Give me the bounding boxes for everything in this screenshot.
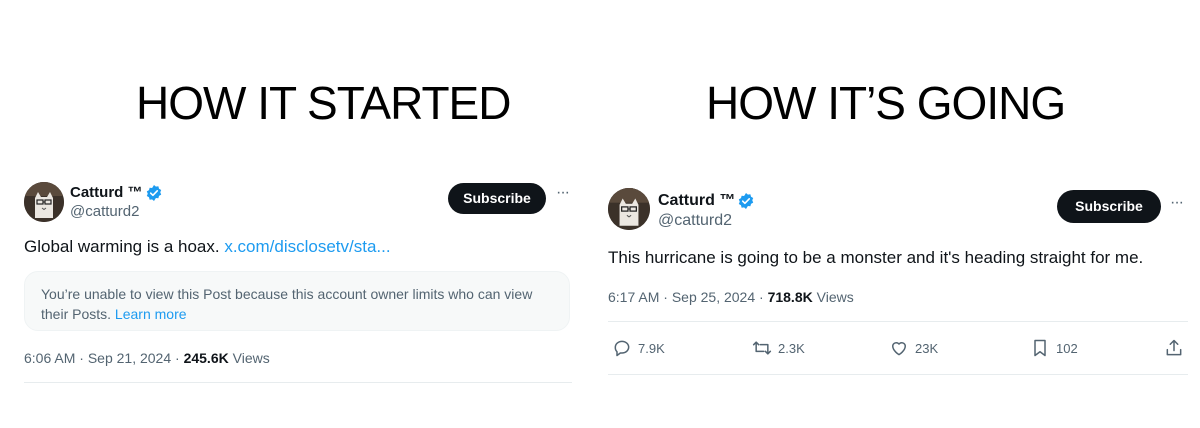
tweet-time[interactable]: 6:17 AM [608, 289, 659, 305]
avatar[interactable] [608, 188, 650, 230]
handle[interactable]: @catturd2 [70, 203, 139, 220]
avatar[interactable] [24, 182, 64, 222]
more-dots-icon[interactable]: ··· [556, 184, 570, 202]
tweet-time[interactable]: 6:06 AM [24, 350, 75, 366]
reply-icon [612, 338, 632, 358]
display-name[interactable]: Catturd ™ [658, 192, 735, 210]
repost-count: 2.3K [778, 340, 805, 356]
meta-separator: · [79, 350, 88, 366]
tweet-date[interactable]: Sep 21, 2024 [88, 350, 171, 366]
learn-more-link[interactable]: Learn more [115, 306, 187, 322]
subscribe-button[interactable]: Subscribe [448, 183, 546, 214]
bookmark-icon [1030, 338, 1050, 358]
verified-badge-icon [146, 184, 162, 201]
reply-count: 7.9K [638, 340, 665, 356]
repost-icon [752, 338, 772, 358]
verified-badge-icon [738, 193, 754, 209]
headline-how-it-started: HOW IT STARTED [136, 77, 511, 129]
author-name-row[interactable]: Catturd ™ [658, 192, 754, 210]
tweet-meta: 6:17 AM · Sep 25, 2024 · 718.8K Views [608, 289, 854, 305]
like-count: 23K [915, 340, 939, 356]
display-name[interactable]: Catturd ™ [70, 184, 143, 201]
views-count: 245.6K [183, 350, 229, 366]
tweet-text: This hurricane is going to be a monster … [608, 248, 1144, 267]
bookmark-button[interactable]: 102 [1030, 338, 1078, 358]
views-label: Views [232, 350, 270, 366]
meta-separator: · [663, 289, 672, 305]
bookmark-count: 102 [1056, 340, 1078, 356]
more-dots-icon[interactable]: ··· [1170, 194, 1184, 212]
tweet-text: Global warming is a hoax. x.com/disclose… [24, 237, 391, 257]
reply-button[interactable]: 7.9K [612, 338, 665, 358]
cat-avatar-image [24, 182, 64, 222]
heart-icon [889, 338, 909, 358]
views-count: 718.8K [767, 289, 813, 305]
restricted-post-notice: You’re unable to view this Post because … [24, 271, 570, 331]
meta-separator: · [759, 289, 768, 305]
share-button[interactable] [1164, 338, 1184, 358]
tweet-meta: 6:06 AM · Sep 21, 2024 · 245.6K Views [24, 350, 270, 366]
repost-button[interactable]: 2.3K [752, 338, 805, 358]
divider [24, 382, 572, 383]
headline-how-its-going: HOW IT’S GOING [706, 77, 1066, 129]
divider [608, 374, 1188, 375]
like-button[interactable]: 23K [889, 338, 938, 358]
share-icon [1164, 338, 1184, 358]
divider [608, 321, 1188, 322]
author-name-row[interactable]: Catturd ™ [70, 184, 162, 201]
cat-avatar-image [608, 188, 650, 230]
subscribe-button[interactable]: Subscribe [1057, 190, 1161, 223]
tweet-link[interactable]: x.com/disclosetv/sta... [224, 237, 390, 256]
meta-separator: · [175, 350, 184, 366]
action-bar: 7.9K 2.3K 23K 102 [612, 338, 1184, 362]
tweet-date[interactable]: Sep 25, 2024 [672, 289, 755, 305]
tweet-body: Global warming is a hoax. [24, 237, 220, 256]
handle[interactable]: @catturd2 [658, 212, 732, 230]
views-label: Views [816, 289, 854, 305]
